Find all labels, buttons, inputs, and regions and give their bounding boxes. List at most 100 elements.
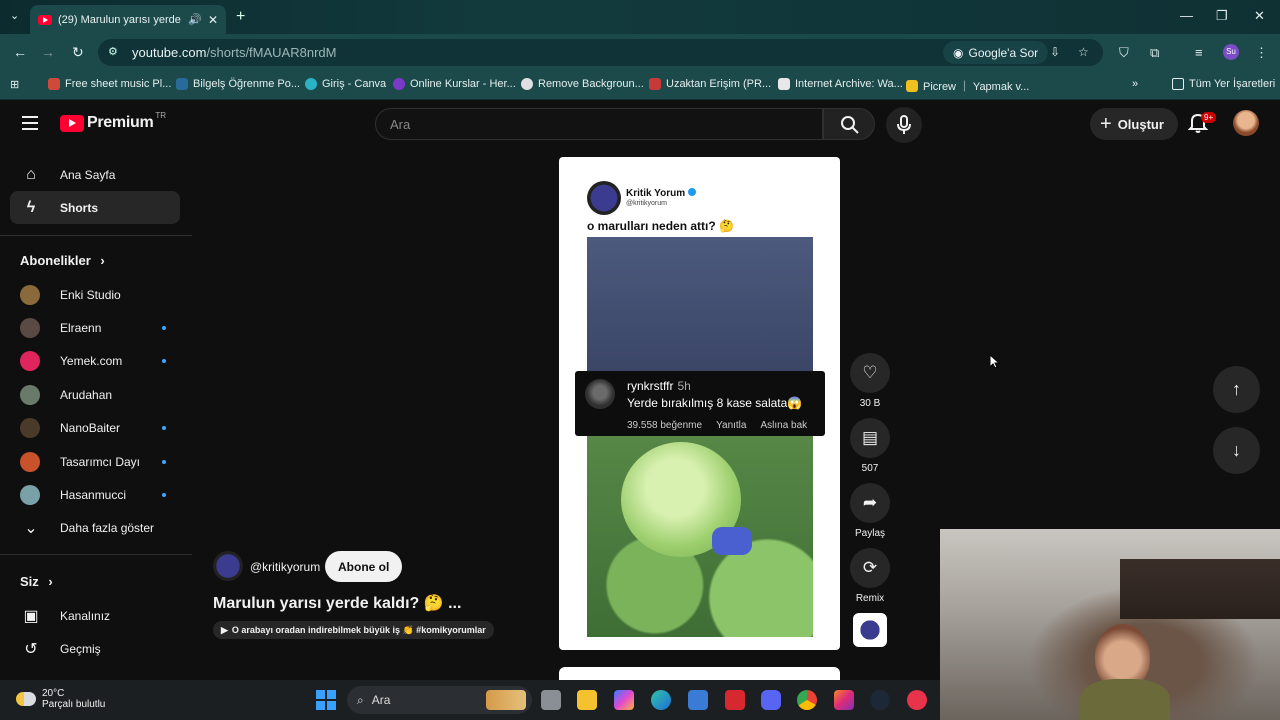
chrome-icon[interactable] bbox=[797, 690, 817, 710]
previous-short-button[interactable]: ↑ bbox=[1213, 366, 1260, 413]
arrow-down-icon: ↓ bbox=[1232, 440, 1241, 460]
subscribe-button[interactable]: Abone ol bbox=[325, 551, 403, 582]
google-sor-button[interactable]: ◉ Google'a Sor bbox=[943, 41, 1049, 64]
sidebar-item-subscription[interactable]: Tasarımcı Dayı bbox=[10, 445, 180, 478]
comment-button[interactable]: ▤ 507 bbox=[850, 418, 890, 474]
bookmark-star-icon[interactable]: ☆ bbox=[1078, 45, 1089, 59]
sidebar-item-label: Kanalınız bbox=[60, 608, 111, 623]
site-info-icon[interactable]: ⚙ bbox=[108, 45, 118, 58]
create-button[interactable]: + Oluştur bbox=[1090, 108, 1178, 140]
show-more-button[interactable]: ⌄ Daha fazla göster bbox=[10, 511, 180, 544]
next-short-preview[interactable] bbox=[559, 667, 840, 680]
tab-list-chevron-icon[interactable]: ⌄ bbox=[10, 9, 19, 22]
extensions-icon[interactable]: ⧉ bbox=[1150, 45, 1159, 61]
play-icon: ▶ bbox=[221, 624, 228, 635]
browser-tabbar: ⌄ (29) Marulun yarısı yerde k 🔊 ✕ + — ❐ … bbox=[0, 0, 1280, 34]
bookmark-item[interactable]: Remove Backgroun... bbox=[521, 78, 644, 90]
browser-navbar: ← → ↻ ⚙ youtube.com/shorts/fMAUAR8nrdM ◉… bbox=[0, 34, 1280, 71]
search-highlight-image bbox=[486, 690, 526, 710]
sidebar-item-history[interactable]: ↺ Geçmiş bbox=[10, 632, 180, 665]
next-short-button[interactable]: ↓ bbox=[1213, 427, 1260, 474]
subscriptions-heading[interactable]: Abonelikler › bbox=[20, 253, 105, 268]
bookmark-item[interactable]: Giriş - Canva bbox=[305, 78, 386, 90]
partly-cloudy-icon bbox=[16, 692, 36, 706]
media-player-icon[interactable] bbox=[907, 690, 927, 710]
windows-start-icon[interactable] bbox=[316, 690, 336, 710]
bookmark-item[interactable]: Free sheet music Pl... bbox=[48, 78, 171, 90]
forward-icon[interactable]: → bbox=[41, 44, 55, 60]
history-icon: ↺ bbox=[24, 640, 38, 658]
install-icon[interactable]: ⇩ bbox=[1050, 45, 1060, 59]
shield-extension-icon[interactable]: ⛉ bbox=[1119, 45, 1129, 61]
you-heading[interactable]: Siz › bbox=[20, 574, 53, 589]
taskbar-search[interactable]: ⌕ Ara bbox=[347, 686, 532, 714]
bookmark-item[interactable]: Bilgelş Öğrenme Po... bbox=[176, 78, 300, 90]
bookmark-item[interactable]: Picrew ｜ Yapmak v... bbox=[906, 78, 1029, 94]
sidebar-item-subscription[interactable]: Elraenn bbox=[10, 311, 180, 344]
sidebar-item-subscription[interactable]: Enki Studio bbox=[10, 278, 180, 311]
task-view-icon[interactable] bbox=[541, 690, 561, 710]
sound-chip[interactable]: ▶ O arabayı oradan indirebilmek büyük iş … bbox=[213, 621, 494, 639]
bookmark-item[interactable]: Internet Archive: Wa... bbox=[778, 78, 903, 90]
user-avatar[interactable] bbox=[1233, 110, 1259, 136]
sidebar-item-subscription[interactable]: NanoBaiter bbox=[10, 411, 180, 444]
new-content-dot bbox=[162, 358, 166, 363]
discord-icon[interactable] bbox=[761, 690, 781, 710]
sidebar-item-label: Enki Studio bbox=[60, 287, 121, 302]
store-icon[interactable] bbox=[688, 690, 708, 710]
sidebar-item-subscription[interactable]: Arudahan bbox=[10, 378, 180, 411]
bookmark-item[interactable]: Online Kurslar - Her... bbox=[393, 78, 516, 90]
channel-handle[interactable]: @kritikyorum bbox=[250, 560, 320, 574]
copilot-icon[interactable] bbox=[614, 690, 634, 710]
all-bookmarks-button[interactable]: Tüm Yer İşaretleri bbox=[1172, 78, 1275, 90]
media-control-icon[interactable]: ≡ bbox=[1195, 45, 1203, 60]
audio-icon[interactable]: 🔊 bbox=[188, 13, 202, 26]
search-button[interactable] bbox=[823, 108, 875, 140]
sidebar-item-label: Ana Sayfa bbox=[60, 167, 116, 182]
comment-count: 507 bbox=[861, 463, 879, 474]
sidebar-item-subscription[interactable]: Hasanmucci bbox=[10, 478, 180, 511]
reload-icon[interactable]: ↻ bbox=[72, 44, 84, 61]
sidebar-item-label: Hasanmucci bbox=[60, 487, 127, 502]
region-code: TR bbox=[155, 110, 167, 120]
address-bar[interactable]: ⚙ youtube.com/shorts/fMAUAR8nrdM ◉ Google… bbox=[98, 39, 1103, 66]
minimize-icon[interactable]: — bbox=[1180, 8, 1193, 23]
back-icon[interactable]: ← bbox=[13, 44, 27, 60]
sidebar-item-home[interactable]: ⌂ Ana Sayfa bbox=[10, 158, 180, 191]
weather-widget[interactable]: 20°C Parçalı bulutlu bbox=[16, 688, 105, 710]
new-tab-icon[interactable]: + bbox=[236, 8, 245, 26]
close-window-icon[interactable]: ✕ bbox=[1254, 8, 1265, 24]
voice-search-button[interactable] bbox=[886, 107, 922, 143]
maximize-icon[interactable]: ❐ bbox=[1216, 8, 1228, 24]
youtube-premium-logo[interactable]: Premium TR bbox=[60, 110, 167, 132]
bookmark-item[interactable]: Uzaktan Erişim (PR... bbox=[649, 78, 771, 90]
more-bookmarks-icon[interactable]: » bbox=[1132, 78, 1138, 90]
file-explorer-icon[interactable] bbox=[577, 690, 597, 710]
apps-grid-icon[interactable]: ⊞ bbox=[10, 78, 19, 91]
search-input[interactable]: Ara bbox=[375, 108, 823, 140]
close-tab-icon[interactable]: ✕ bbox=[208, 13, 218, 27]
steam-icon[interactable] bbox=[870, 690, 890, 710]
remix-button[interactable]: ⟳ Remix bbox=[850, 548, 890, 604]
menu-dots-icon[interactable]: ⋮ bbox=[1255, 45, 1268, 61]
like-button[interactable]: ♡ 30 B bbox=[850, 353, 890, 409]
channel-avatar[interactable] bbox=[213, 551, 243, 581]
app-l-icon[interactable] bbox=[725, 690, 745, 710]
channel-thumbnail[interactable] bbox=[853, 613, 887, 647]
sidebar-item-shorts[interactable]: ϟ Shorts bbox=[10, 191, 180, 224]
sidebar-item-your-channel[interactable]: ▣ Kanalınız bbox=[10, 599, 180, 632]
share-button[interactable]: ➦ Paylaş bbox=[850, 483, 890, 539]
edge-icon[interactable] bbox=[651, 690, 671, 710]
short-title[interactable]: Marulun yarısı yerde kaldı? 🤔 ... bbox=[213, 593, 461, 613]
profile-avatar[interactable]: Su bbox=[1223, 44, 1239, 60]
instagram-icon[interactable] bbox=[834, 690, 854, 710]
browser-tab[interactable]: (29) Marulun yarısı yerde k 🔊 ✕ bbox=[30, 5, 226, 34]
like-count: 30 B bbox=[859, 398, 881, 409]
comment-see: Aslına bak bbox=[760, 420, 808, 431]
card-channel-name: Kritik Yorum bbox=[626, 188, 697, 199]
youtube-favicon-icon bbox=[38, 14, 52, 25]
new-content-dot bbox=[162, 459, 166, 464]
sidebar-item-subscription[interactable]: Yemek.com bbox=[10, 344, 180, 377]
webcam-overlay bbox=[940, 529, 1280, 720]
hamburger-menu-icon[interactable] bbox=[22, 116, 38, 134]
